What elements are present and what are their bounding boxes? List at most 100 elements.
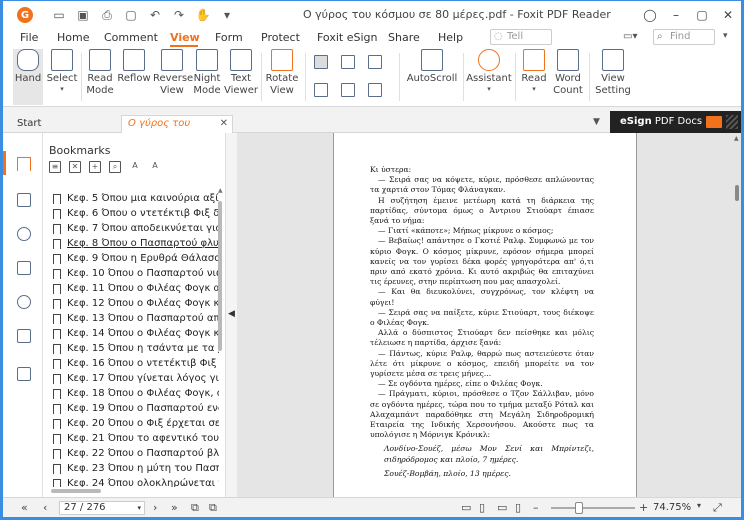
reverse-view-button[interactable]: Reverse View [153,49,193,97]
facing-page-icon[interactable] [368,55,382,69]
scrollbar-thumb[interactable] [735,185,739,201]
continuous-status-icon[interactable]: ▯ [479,501,485,514]
menu-foxit-esign[interactable]: Foxit eSign [317,31,377,44]
bookmark-item[interactable]: Κεφ. 6 Όπου ο ντετέκτιβ Φιξ δείχν [51,206,219,221]
scrollbar-thumb[interactable] [218,201,222,351]
signature-icon[interactable] [17,367,31,381]
bookmark-item[interactable]: Κεφ. 18 Όπου ο Φιλέας Φογκ, ο Πα [51,386,219,401]
continuous-facing-status-icon[interactable]: ▯ [515,501,521,514]
bookmark-item[interactable]: Κεφ. 5 Όπου μια καινούρια αξία ε [51,191,219,206]
read-mode-button[interactable]: Read Mode [85,49,115,97]
document-vertical-scrollbar[interactable]: ▲ [733,133,741,497]
continuous-facing-icon[interactable] [314,83,328,97]
tab-list-icon[interactable]: ▼ [593,117,600,127]
bookmark-item[interactable]: Κεφ. 11 Όπου ο Φιλέας Φογκ αγορ [51,281,219,296]
save-icon[interactable]: ▣ [75,7,91,23]
select-button[interactable]: Select ▾ [47,49,77,93]
foxit-logo-icon[interactable]: G [17,7,33,23]
zoom-slider-thumb[interactable] [574,502,583,514]
delete-bookmark-icon[interactable]: ✕ [69,161,81,173]
zoom-in-icon[interactable]: + [639,501,648,514]
bookmark-item[interactable]: Κεφ. 15 Όπου η τσάντα με τα χαρ [51,341,219,356]
bookmark-item[interactable]: Κεφ. 7 Όπου αποδεικνύεται για μ [51,221,219,236]
zoom-slider[interactable] [551,507,635,509]
bookmark-item[interactable]: Κεφ. 20 Όπου ο Φιξ έρχεται σε άμ [51,416,219,431]
autoscroll-button[interactable]: AutoScroll [407,49,457,85]
maximize-icon[interactable]: ▢ [689,8,715,22]
view-setting-button[interactable]: View Setting [593,49,633,97]
attachments-icon[interactable] [17,295,31,309]
text-viewer-button[interactable]: Text Viewer [224,49,258,97]
new-doc-icon[interactable]: ▢ [123,7,139,23]
security-lock-icon[interactable] [17,329,31,343]
hand-tool-icon[interactable]: ✋ [195,7,211,23]
bookmark-item[interactable]: Κεφ. 10 Όπου ο Πασπαρτού νιώθ [51,266,219,281]
scroll-up-icon[interactable]: ▲ [734,135,739,142]
open-folder-icon[interactable]: ▭ [51,7,67,23]
find-options-icon[interactable]: ▾ [723,31,728,41]
page-thumbnails-icon[interactable] [17,193,31,207]
bookmark-item[interactable]: Κεφ. 19 Όπου ο Πασπαρτού ενδιά [51,401,219,416]
read-button[interactable]: Read ▾ [519,49,549,93]
page-dropdown-icon[interactable]: ▾ [137,502,141,514]
word-count-button[interactable]: Word Count [553,49,583,97]
bookmark-item[interactable]: Κεφ. 21 Όπου το αφεντικό του Τα [51,431,219,446]
collapse-panel-icon[interactable]: ◀ [228,309,235,319]
layers-icon[interactable] [17,261,31,275]
qat-dropdown-icon[interactable]: ▾ [219,7,235,23]
menu-home[interactable]: Home [57,31,89,44]
menu-view[interactable]: View [170,31,200,44]
comments-icon[interactable] [17,227,31,241]
menu-protect[interactable]: Protect [261,31,300,44]
reflow-button[interactable]: Reflow [117,49,151,85]
menu-comment[interactable]: Comment [104,31,158,44]
zoom-value[interactable]: 74.75% [653,502,691,513]
document-viewport[interactable]: Κι ύστερα: — Σειρά σας να κόψετε, κύριε, … [237,133,741,497]
esign-pdf-docs-banner[interactable]: eSign PDF Docs [610,111,741,133]
zoom-dropdown-icon[interactable]: ▾ [697,501,701,510]
bookmark-item[interactable]: Κεφ. 8 Όπου ο Πασπαρτού φλυαρ [51,236,219,251]
next-view-icon[interactable]: ⧉ [209,501,217,515]
bookmark-item[interactable]: Κεφ. 23 Όπου η μύτη του Πασπαρ [51,461,219,476]
panel-splitter[interactable]: ◀ [225,133,237,497]
single-page-icon[interactable] [314,55,328,69]
bookmark-item[interactable]: Κεφ. 12 Όπου ο Φιλέας Φογκ και ο [51,296,219,311]
bookmarks-vertical-scrollbar[interactable] [218,191,222,487]
menu-file[interactable]: File [20,31,38,44]
ribbon-mode-icon[interactable]: ▭▾ [623,31,637,42]
menu-share[interactable]: Share [388,31,420,44]
bookmark-item[interactable]: Κεφ. 14 Όπου ο Φιλέας Φογκ κατε [51,326,219,341]
bookmark-item[interactable]: Κεφ. 22 Όπου ο Πασπαρτού βλέπ [51,446,219,461]
font-larger-icon[interactable]: A [129,161,141,173]
account-icon[interactable]: ◯ [637,8,663,22]
assistant-button[interactable]: Assistant ▾ [466,49,512,93]
night-mode-button[interactable]: Night Mode [192,49,222,97]
previous-view-icon[interactable]: ⧉ [191,501,199,515]
find-bookmark-icon[interactable]: ⌕ [109,161,121,173]
separate-cover-icon[interactable] [341,83,355,97]
tab-start[interactable]: Start [17,117,41,133]
bookmark-item[interactable]: Κεφ. 17 Όπου γίνεται λόγος για τ [51,371,219,386]
rotate-view-button[interactable]: Rotate View [265,49,299,97]
print-icon[interactable]: ⎙ [99,7,115,23]
split-view-icon[interactable] [368,83,382,97]
font-smaller-icon[interactable]: A [149,161,161,173]
find-input[interactable]: ⌕ Find [653,29,715,45]
last-page-icon[interactable]: » [171,501,178,514]
next-page-icon[interactable]: › [153,501,157,514]
undo-icon[interactable]: ↶ [147,7,163,23]
redo-icon[interactable]: ↷ [171,7,187,23]
continuous-page-icon[interactable] [341,55,355,69]
add-bookmark-icon[interactable]: + [89,161,101,173]
bookmarks-horizontal-scrollbar[interactable] [51,489,219,493]
menu-help[interactable]: Help [438,31,463,44]
page-number-input[interactable]: 27 / 276 ▾ [59,501,145,515]
previous-page-icon[interactable]: ‹ [43,501,47,514]
bookmark-panel-icon[interactable] [17,157,31,171]
bookmark-item[interactable]: Κεφ. 9 Όπου η Ερυθρά Θάλασσα [51,251,219,266]
scrollbar-thumb[interactable] [51,489,101,493]
tab-document[interactable]: Ο γύρος του κόσμο... ✕ [121,115,233,145]
close-tab-icon[interactable]: ✕ [220,116,228,132]
bookmark-item[interactable]: Κεφ. 16 Όπου ο ντετέκτιβ Φιξ παρ [51,356,219,371]
first-page-icon[interactable]: « [21,501,28,514]
